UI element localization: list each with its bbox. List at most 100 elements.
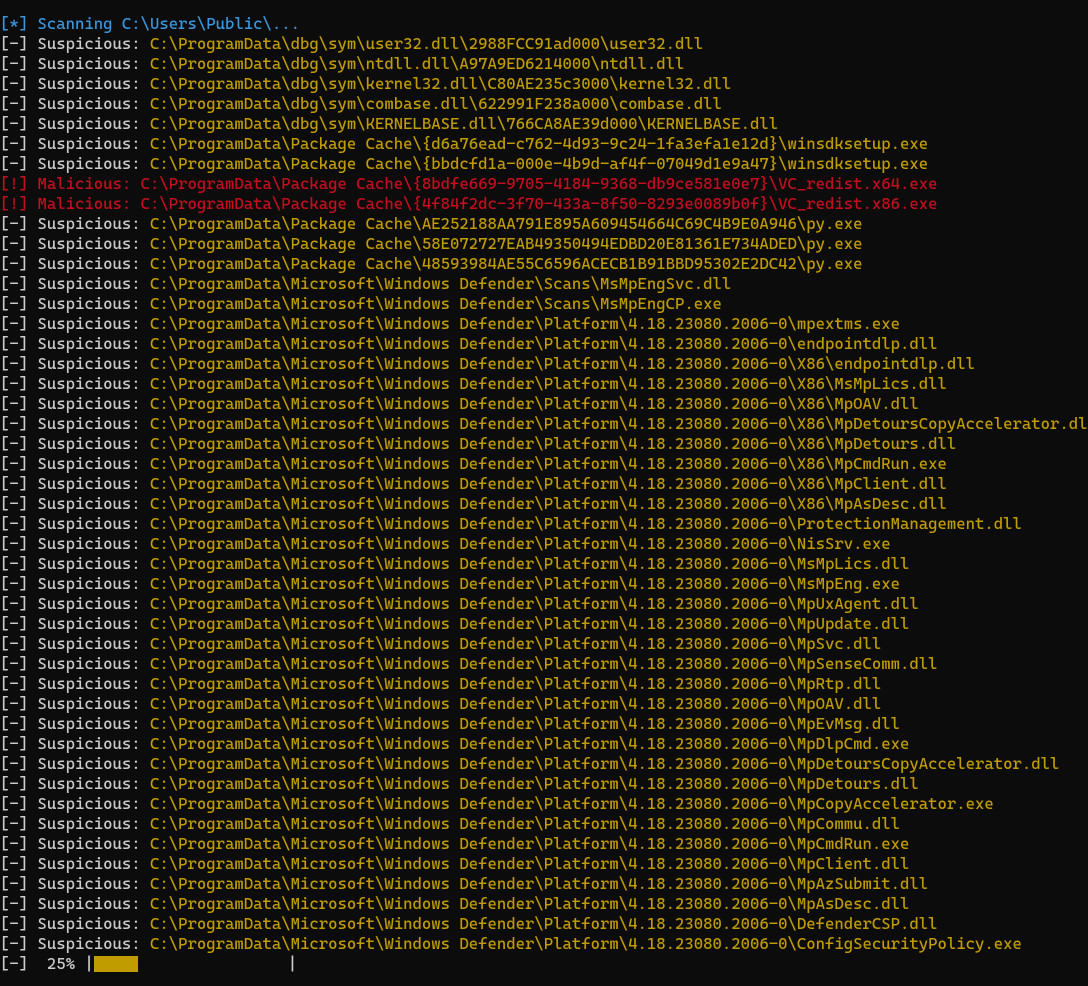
line-prefix: [-] (0, 594, 38, 613)
line-path: C:\ProgramData\Microsoft\Windows Defende… (150, 514, 1022, 533)
line-prefix: [-] (0, 714, 38, 733)
line-prefix: [-] (0, 834, 38, 853)
line-path: C:\ProgramData\Microsoft\Windows Defende… (150, 434, 956, 453)
line-label: Suspicious: (38, 674, 151, 693)
line-prefix: [!] (0, 194, 38, 213)
line-prefix: [-] (0, 534, 38, 553)
line-label: Suspicious: (38, 74, 151, 93)
line-path: C:\ProgramData\Microsoft\Windows Defende… (150, 554, 909, 573)
line-prefix: [-] (0, 574, 38, 593)
line-path: C:\ProgramData\Microsoft\Windows Defende… (150, 934, 1022, 953)
suspicious-line: [-] Suspicious: C:\ProgramData\Microsoft… (0, 354, 1088, 374)
line-prefix: [-] (0, 874, 38, 893)
line-path: C:\ProgramData\Microsoft\Windows Defende… (150, 654, 938, 673)
line-label: Suspicious: (38, 874, 151, 893)
line-prefix: [-] (0, 134, 38, 153)
line-prefix: [-] (0, 354, 38, 373)
line-prefix: [-] (0, 614, 38, 633)
line-path: C:\ProgramData\Package Cache\58E072727EA… (150, 234, 863, 253)
suspicious-line: [-] Suspicious: C:\ProgramData\Microsoft… (0, 374, 1088, 394)
line-path: C:\ProgramData\Microsoft\Windows Defende… (150, 854, 909, 873)
suspicious-line: [-] Suspicious: C:\ProgramData\Microsoft… (0, 434, 1088, 454)
line-path: C:\ProgramData\dbg\sym\combase.dll\62299… (150, 94, 722, 113)
suspicious-line: [-] Suspicious: C:\ProgramData\Microsoft… (0, 834, 1088, 854)
line-prefix: [-] (0, 514, 38, 533)
suspicious-line: [-] Suspicious: C:\ProgramData\Package C… (0, 154, 1088, 174)
line-prefix: [-] (0, 554, 38, 573)
line-path: C:\ProgramData\Microsoft\Windows Defende… (150, 334, 938, 353)
progress-pct: [-] 25% (0, 954, 75, 973)
suspicious-line: [-] Suspicious: C:\ProgramData\Package C… (0, 234, 1088, 254)
line-label: Suspicious: (38, 754, 151, 773)
malicious-line: [!] Malicious: C:\ProgramData\Package Ca… (0, 194, 1088, 214)
line-path: C:\ProgramData\dbg\sym\user32.dll\2988FC… (150, 34, 703, 53)
line-path: C:\ProgramData\Microsoft\Windows Defende… (150, 874, 928, 893)
line-path: C:\ProgramData\Package Cache\AE252188AA7… (150, 214, 863, 233)
line-label: Suspicious: (38, 794, 151, 813)
line-prefix: [-] (0, 94, 38, 113)
line-path: C:\ProgramData\Microsoft\Windows Defende… (150, 894, 909, 913)
line-label: Suspicious: (38, 274, 151, 293)
line-prefix: [-] (0, 274, 38, 293)
line-path: C:\ProgramData\Microsoft\Windows Defende… (150, 754, 1059, 773)
line-prefix: [-] (0, 474, 38, 493)
line-prefix: [-] (0, 654, 38, 673)
line-label: Suspicious: (38, 534, 151, 553)
line-path: C:\ProgramData\Microsoft\Windows Defende… (150, 594, 919, 613)
line-prefix: [-] (0, 34, 38, 53)
line-label: Suspicious: (38, 694, 151, 713)
line-path: C:\ProgramData\Package Cache\{d6a76ead-c… (150, 134, 928, 153)
line-label: Suspicious: (38, 34, 151, 53)
line-label: Suspicious: (38, 494, 151, 513)
suspicious-line: [-] Suspicious: C:\ProgramData\Microsoft… (0, 774, 1088, 794)
line-prefix: [-] (0, 774, 38, 793)
line-path: C:\ProgramData\Microsoft\Windows Defende… (150, 634, 881, 653)
line-path: C:\ProgramData\Microsoft\Windows Defende… (150, 914, 938, 933)
line-label: Suspicious: (38, 114, 151, 133)
line-label: Suspicious: (38, 654, 151, 673)
scan-prefix: [*] (0, 14, 38, 33)
line-label: Suspicious: (38, 554, 151, 573)
line-path: C:\ProgramData\Microsoft\Windows Defende… (150, 714, 900, 733)
line-label: Suspicious: (38, 354, 151, 373)
terminal-output[interactable]: [*] Scanning C:\Users\Public\...[-] Susp… (0, 0, 1088, 974)
line-prefix: [-] (0, 854, 38, 873)
suspicious-line: [-] Suspicious: C:\ProgramData\Microsoft… (0, 854, 1088, 874)
line-prefix: [-] (0, 674, 38, 693)
line-path: C:\ProgramData\Microsoft\Windows Defende… (150, 694, 881, 713)
line-prefix: [-] (0, 74, 38, 93)
line-path: C:\ProgramData\Microsoft\Windows Defende… (150, 314, 900, 333)
line-path: C:\ProgramData\Microsoft\Windows Defende… (150, 774, 919, 793)
suspicious-line: [-] Suspicious: C:\ProgramData\dbg\sym\c… (0, 94, 1088, 114)
line-label: Suspicious: (38, 214, 151, 233)
suspicious-line: [-] Suspicious: C:\ProgramData\Microsoft… (0, 894, 1088, 914)
line-label: Suspicious: (38, 334, 151, 353)
progress-bar-empty (138, 954, 288, 974)
line-path: C:\ProgramData\Microsoft\Windows Defende… (150, 794, 994, 813)
progress-bar-close: | (288, 954, 297, 973)
line-prefix: [-] (0, 374, 38, 393)
line-path: C:\ProgramData\Microsoft\Windows Defende… (150, 614, 909, 633)
line-label: Suspicious: (38, 474, 151, 493)
line-label: Suspicious: (38, 294, 151, 313)
suspicious-line: [-] Suspicious: C:\ProgramData\Package C… (0, 214, 1088, 234)
suspicious-line: [-] Suspicious: C:\ProgramData\Microsoft… (0, 454, 1088, 474)
suspicious-line: [-] Suspicious: C:\ProgramData\Microsoft… (0, 794, 1088, 814)
malicious-line: [!] Malicious: C:\ProgramData\Package Ca… (0, 174, 1088, 194)
line-path: C:\ProgramData\Microsoft\Windows Defende… (150, 494, 947, 513)
suspicious-line: [-] Suspicious: C:\ProgramData\Microsoft… (0, 314, 1088, 334)
line-path: C:\ProgramData\Package Cache\{bbdcfd1a-0… (150, 154, 928, 173)
suspicious-line: [-] Suspicious: C:\ProgramData\Microsoft… (0, 474, 1088, 494)
line-label: Suspicious: (38, 714, 151, 733)
suspicious-line: [-] Suspicious: C:\ProgramData\Microsoft… (0, 694, 1088, 714)
line-path: C:\ProgramData\Microsoft\Windows Defende… (150, 354, 975, 373)
line-label: Suspicious: (38, 594, 151, 613)
scan-text: Scanning C:\Users\Public\... (38, 14, 301, 33)
line-label: Suspicious: (38, 374, 151, 393)
line-label: Suspicious: (38, 614, 151, 633)
line-label: Suspicious: (38, 934, 151, 953)
line-prefix: [-] (0, 454, 38, 473)
suspicious-line: [-] Suspicious: C:\ProgramData\dbg\sym\k… (0, 74, 1088, 94)
line-label: Suspicious: (38, 514, 151, 533)
line-prefix: [-] (0, 254, 38, 273)
